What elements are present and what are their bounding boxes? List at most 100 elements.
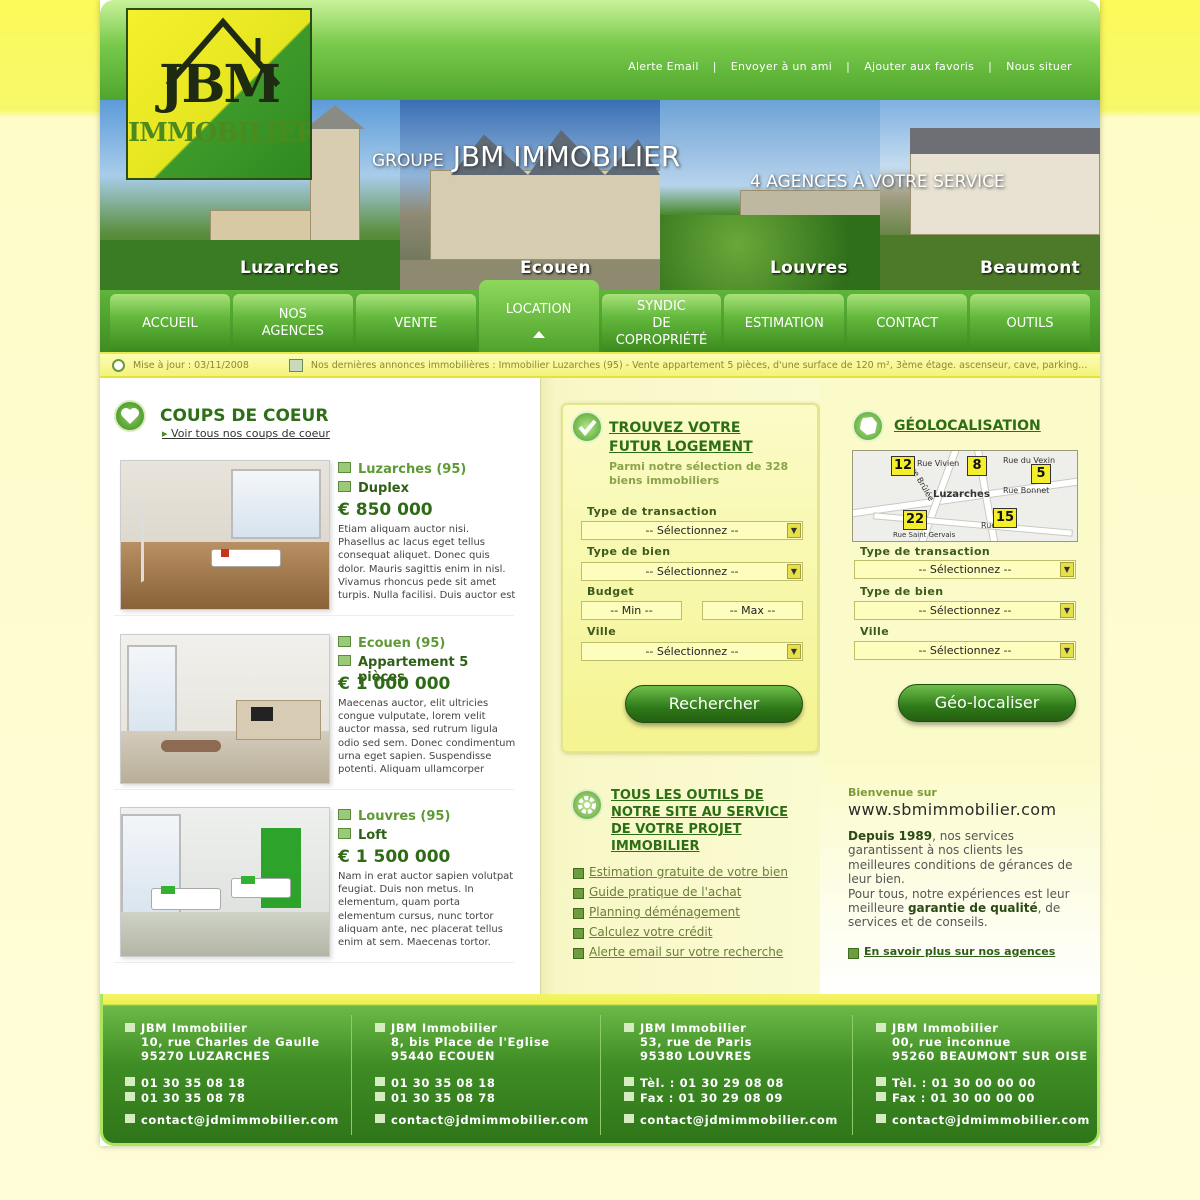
home-icon xyxy=(125,1023,135,1032)
map-street-label: Rue Saint Gervais xyxy=(893,531,956,539)
search-button[interactable]: Rechercher xyxy=(625,685,803,723)
tool-link-planning[interactable]: Planning déménagement xyxy=(573,905,740,919)
add-favorites-link[interactable]: Ajouter aux favoris xyxy=(864,60,974,73)
select-value: -- Sélectionnez -- xyxy=(918,563,1012,576)
geo-ville-select[interactable]: -- Sélectionnez -- ▼ xyxy=(854,641,1076,660)
house-icon xyxy=(338,481,351,492)
tools-title: TOUS LES OUTILS DE NOTRE SITE AU SERVICE… xyxy=(611,788,789,854)
agency-email[interactable]: contact@jdmimmobilier.com xyxy=(141,1113,339,1127)
budget-min-input[interactable]: -- Min -- xyxy=(581,601,682,620)
label-type-bien: Type de bien xyxy=(860,585,944,598)
phone-icon xyxy=(876,1077,886,1086)
dropdown-arrow-icon: ▼ xyxy=(787,564,801,579)
tool-link-estimation[interactable]: Estimation gratuite de votre bien xyxy=(573,865,788,879)
nav-vente[interactable]: VENTE xyxy=(355,294,476,352)
map-town-label: Luzarches xyxy=(933,489,990,500)
footer-divider xyxy=(351,1015,352,1135)
tool-link-alert[interactable]: Alerte email sur votre recherche xyxy=(572,945,783,959)
dropdown-arrow-icon: ▼ xyxy=(1060,562,1074,577)
nav-estimation[interactable]: ESTIMATION xyxy=(724,294,845,352)
mail-icon xyxy=(876,1114,886,1123)
send-to-friend-link[interactable]: Envoyer à un ami xyxy=(731,60,832,73)
agency-city: 95260 BEAUMONT SUR OISE xyxy=(892,1049,1088,1063)
fax-icon xyxy=(375,1092,385,1101)
property-price: € 1 500 000 xyxy=(338,847,451,867)
nav-location[interactable]: LOCATION xyxy=(478,280,599,352)
ville-select[interactable]: -- Sélectionnez -- ▼ xyxy=(581,642,803,661)
property-photo[interactable] xyxy=(120,460,330,610)
property-photo[interactable] xyxy=(120,634,330,784)
transaction-select[interactable]: -- Sélectionnez -- ▼ xyxy=(581,521,803,540)
property-description: Maecenas auctor, elit ultricies congue v… xyxy=(338,698,516,776)
geolocate-button[interactable]: Géo-localiser xyxy=(898,684,1076,722)
alert-email-link[interactable]: Alerte Email xyxy=(628,60,699,73)
property-card[interactable]: Ecouen (95) Appartement 5 pièces € 1 000… xyxy=(114,630,515,790)
nav-contact[interactable]: CONTACT xyxy=(847,294,968,352)
map-marker[interactable]: 5 xyxy=(1031,464,1051,484)
select-value: -- Sélectionnez -- xyxy=(918,604,1012,617)
nav-syndic[interactable]: SYNDIC DE COPROPRIÉTÉ xyxy=(601,294,722,352)
budget-max-input[interactable]: -- Max -- xyxy=(702,601,803,620)
agency-email[interactable]: contact@jdmimmobilier.com xyxy=(640,1113,838,1127)
welcome-site: www.sbmimmobilier.com xyxy=(848,800,1057,819)
fax-icon xyxy=(624,1092,634,1101)
property-price: € 850 000 xyxy=(338,500,433,520)
agency-address: 10, rue Charles de Gaulle xyxy=(141,1035,320,1049)
ticker-news[interactable]: Nos dernières annonces immobilières : Im… xyxy=(311,360,1087,371)
label-transaction: Type de transaction xyxy=(860,545,991,558)
type-bien-select[interactable]: -- Sélectionnez -- ▼ xyxy=(581,562,803,581)
property-card[interactable]: Luzarches (95) Duplex € 850 000 Etiam al… xyxy=(114,456,515,616)
tool-link-guide[interactable]: Guide pratique de l'achat xyxy=(572,885,741,899)
map-marker[interactable]: 15 xyxy=(993,508,1017,528)
agency-fax: 01 30 35 08 78 xyxy=(391,1091,496,1105)
nav-outils[interactable]: OUTILS xyxy=(970,294,1090,352)
map-marker[interactable]: 22 xyxy=(903,510,927,530)
separator: | xyxy=(712,60,717,73)
agency-email[interactable]: contact@jdmimmobilier.com xyxy=(391,1113,589,1127)
agency-city: 95440 ECOUEN xyxy=(391,1049,496,1063)
search-title: TROUVEZ VOTRE FUTUR LOGEMENT xyxy=(609,419,753,457)
footer: JBM Immobilier 10, rue Charles de Gaulle… xyxy=(100,994,1100,1146)
see-all-link[interactable]: Voir tous nos coups de coeur xyxy=(162,427,330,440)
nav-nos-agences[interactable]: NOS AGENCES xyxy=(232,294,353,352)
label-type-bien: Type de bien xyxy=(587,545,671,558)
property-type: Duplex xyxy=(358,481,410,496)
welcome-quality: garantie de qualité xyxy=(907,901,1038,916)
nav-label: SYNDIC DE COPROPRIÉTÉ xyxy=(615,298,708,348)
agency-fax: Fax : 01 30 00 00 00 xyxy=(892,1091,1035,1105)
map[interactable]: Rue Vivien Rue du Vexin Rue Bonnet Rue B… xyxy=(852,450,1078,542)
search-section: TROUVEZ VOTRE FUTUR LOGEMENT Parmi notre … xyxy=(540,378,820,994)
agencies-link[interactable]: En savoir plus sur nos agences xyxy=(847,945,1055,959)
property-description: Etiam aliquam auctor nisi. Phasellus ac … xyxy=(338,524,516,602)
nav-label: OUTILS xyxy=(1006,315,1054,331)
agency-city: 95380 LOUVRES xyxy=(640,1049,752,1063)
agency-fax: 01 30 35 08 78 xyxy=(141,1091,246,1105)
location-icon xyxy=(338,636,351,647)
footer-divider xyxy=(600,1015,601,1135)
geolocation-section: GÉOLOCALISATION Rue Vivien Rue du Vexin … xyxy=(820,378,1100,994)
map-marker[interactable]: 8 xyxy=(967,456,987,476)
map-marker[interactable]: 12 xyxy=(891,456,915,476)
separator: | xyxy=(988,60,993,73)
section-title: COUPS DE COEUR xyxy=(160,406,329,426)
select-value: -- Sélectionnez -- xyxy=(918,644,1012,657)
logo-jbm: JBM xyxy=(158,54,281,115)
agency-fax: Fax : 01 30 29 08 09 xyxy=(640,1091,783,1105)
property-photo[interactable] xyxy=(120,807,330,957)
check-icon xyxy=(571,411,603,443)
page-wrapper: Alerte Email | Envoyer à un ami | Ajoute… xyxy=(100,0,1100,1146)
logo[interactable]: JBM IMMOBILIER xyxy=(126,8,312,180)
agency-email[interactable]: contact@jdmimmobilier.com xyxy=(892,1113,1090,1127)
label-transaction: Type de transaction xyxy=(587,505,718,518)
property-card[interactable]: Louvres (95) Loft € 1 500 000 Nam in era… xyxy=(114,803,514,963)
tool-link-credit[interactable]: Calculez votre crédit xyxy=(572,925,712,939)
heart-icon xyxy=(114,400,146,432)
geo-transaction-select[interactable]: -- Sélectionnez -- ▼ xyxy=(854,560,1076,579)
logo-immobilier: IMMOBILIER xyxy=(128,118,312,148)
locate-us-link[interactable]: Nous situer xyxy=(1006,60,1072,73)
map-street-label: Rue Bonnet xyxy=(1003,486,1050,495)
geo-type-bien-select[interactable]: -- Sélectionnez -- ▼ xyxy=(854,601,1076,620)
geo-title: GÉOLOCALISATION xyxy=(894,418,1041,434)
nav-accueil[interactable]: ACCUEIL xyxy=(110,294,230,352)
agency-address: 00, rue inconnue xyxy=(892,1035,1011,1049)
